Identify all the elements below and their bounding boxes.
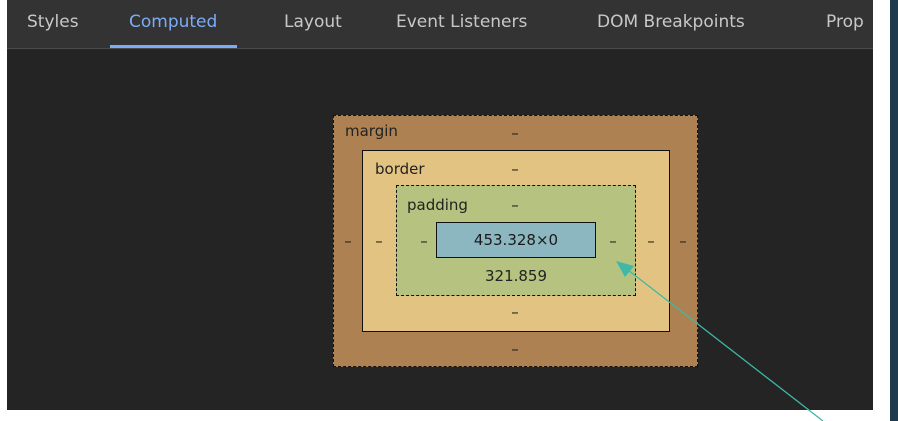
annotation-arrow-icon — [616, 261, 824, 421]
